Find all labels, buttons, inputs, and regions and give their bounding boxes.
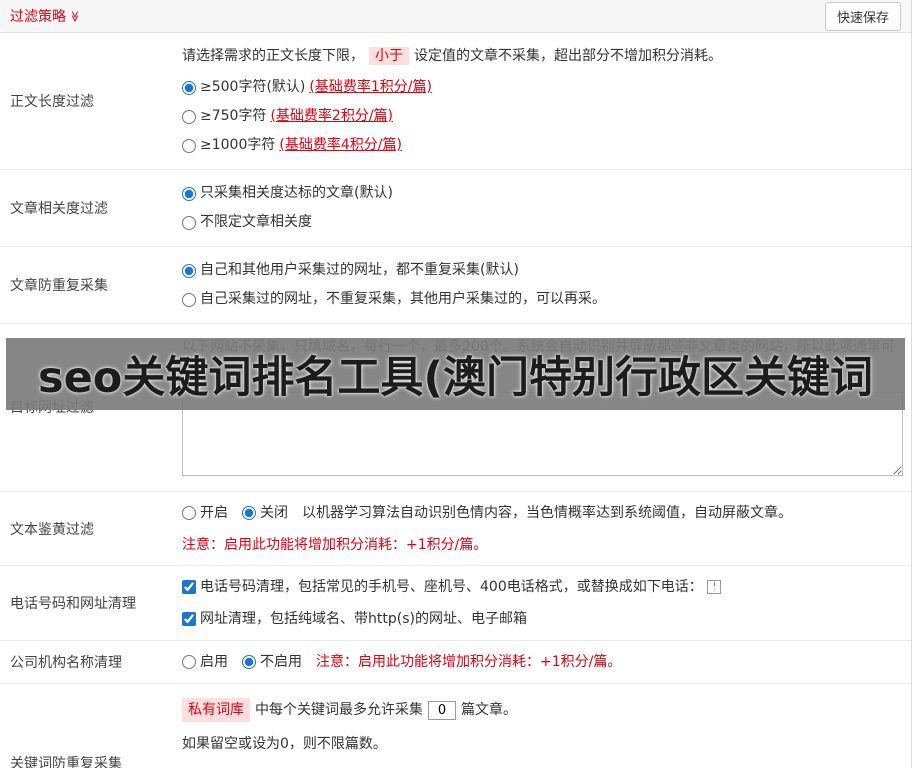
- porn-filter-cost-note: 注意：启用此功能将增加积分消耗：+1积分/篇。: [182, 537, 488, 553]
- radio-option-porn-off[interactable]: 关闭: [242, 501, 288, 525]
- radio-500chars[interactable]: [182, 80, 196, 95]
- blocked-domains-textarea[interactable]: [182, 392, 903, 476]
- row-content-company-cleanup: 启用 不启用 注意：启用此功能将增加积分消耗：+1积分/篇。: [178, 641, 911, 683]
- page-title[interactable]: 过滤策略 ≫: [10, 6, 81, 26]
- row-content-relevance: 只采集相关度达标的文章(默认) 不限定文章相关度: [178, 170, 911, 246]
- intro-pre: 请选择需求的正文长度下限，: [182, 48, 364, 64]
- row-company-name-cleanup: 公司机构名称清理 启用 不启用 注意：启用此功能将增加积分消耗：+1积分/篇。: [0, 641, 911, 684]
- row-body-length-filter: 正文长度过滤 请选择需求的正文长度下限， 小于 设定值的文章不采集，超出部分不增加积…: [0, 33, 911, 170]
- radio-option-dedupe-self[interactable]: 自己采集过的网址，不重复采集，其他用户采集过的，可以再采。: [182, 285, 903, 314]
- row-content-body-length: 请选择需求的正文长度下限， 小于 设定值的文章不采集，超出部分不增加积分消耗。 ≥5…: [178, 33, 911, 169]
- radio-label: 关闭: [260, 505, 288, 521]
- checkbox-option-phone-cleanup[interactable]: 电话号码清理，包括常见的手机号、座机号、400电话格式，或替换成如下电话：: [182, 575, 903, 599]
- row-label-keyword-dedupe: 关键词防重复采集: [10, 755, 122, 768]
- row-content-porn-filter: 开启 关闭 以机器学习算法自动识别色情内容，当色情概率达到系统阈值，自动屏蔽文章…: [178, 492, 911, 565]
- checkbox-label: 电话号码清理，包括常见的手机号、座机号、400电话格式，或替换成如下电话：: [200, 579, 703, 595]
- radio-company-on[interactable]: [182, 655, 196, 669]
- keyword-limit-line: 私有词库 中每个关键词最多允许采集 篇文章。: [182, 698, 903, 722]
- radio-label: 启用: [200, 654, 228, 670]
- chevron-down-icon: ≫: [68, 10, 82, 22]
- radio-porn-on[interactable]: [182, 506, 196, 520]
- row-dedupe-collection: 文章防重复采集 自己和其他用户采集过的网址，都不重复采集(默认) 自己采集过的网…: [0, 247, 911, 324]
- row-relevance-filter: 文章相关度过滤 只采集相关度达标的文章(默认) 不限定文章相关度: [0, 170, 911, 247]
- keyword-limit-text: 中每个关键词最多允许采集: [255, 702, 423, 718]
- body-length-intro: 请选择需求的正文长度下限， 小于 设定值的文章不采集，超出部分不增加积分消耗。: [182, 45, 903, 67]
- radio-option-company-off[interactable]: 不启用: [242, 650, 302, 674]
- radio-750chars[interactable]: [182, 109, 196, 124]
- row-label-body-length: 正文长度过滤: [10, 94, 94, 110]
- checkbox-phone-cleanup[interactable]: [182, 580, 196, 594]
- radio-porn-off[interactable]: [242, 506, 256, 520]
- page-title-text: 过滤策略: [10, 9, 66, 25]
- row-content-phone-cleanup: 电话号码清理，包括常见的手机号、座机号、400电话格式，或替换成如下电话： 网址…: [178, 566, 911, 640]
- row-target-url-filter: 目标网址过滤 以下网站不采集，只填域名，每行一个，最多200个。系统会自动识别并…: [0, 324, 911, 492]
- radio-company-off[interactable]: [242, 655, 256, 669]
- company-cleanup-options: 启用 不启用 注意：启用此功能将增加积分消耗：+1积分/篇。: [182, 650, 903, 674]
- radio-dedupe-all[interactable]: [182, 263, 196, 278]
- row-label-porn-filter: 文本鉴黄过滤: [10, 521, 94, 538]
- radio-option-porn-on[interactable]: 开启: [182, 501, 228, 525]
- intro-post: 设定值的文章不采集，超出部分不增加积分消耗。: [414, 48, 722, 64]
- radio-option-500chars[interactable]: ≥500字符(默认) (基础费率1积分/篇): [182, 73, 903, 102]
- intro-highlight-lessthan: 小于: [369, 47, 409, 65]
- radio-label: 只采集相关度达标的文章(默认): [200, 185, 393, 201]
- radio-option-750chars[interactable]: ≥750字符 (基础费率2积分/篇): [182, 102, 903, 131]
- radio-option-1000chars[interactable]: ≥1000字符 (基础费率4积分/篇): [182, 131, 903, 160]
- keyword-article-count-input[interactable]: [428, 700, 456, 720]
- radio-option-company-on[interactable]: 启用: [182, 650, 228, 674]
- rate-note-link-2[interactable]: (基础费率2积分/篇): [270, 102, 393, 131]
- replacement-phone-input[interactable]: [706, 580, 721, 594]
- porn-filter-options: 开启 关闭 以机器学习算法自动识别色情内容，当色情概率达到系统阈值，自动屏蔽文章…: [182, 501, 903, 525]
- row-content-target-url: 以下网站不采集，只填域名，每行一个，最多200个。系统会自动识别并屏蔽那些非文章…: [178, 324, 911, 489]
- radio-label: ≥500字符(默认): [200, 79, 306, 95]
- radio-relevance-strict[interactable]: [182, 186, 196, 201]
- row-content-dedupe: 自己和其他用户采集过的网址，都不重复采集(默认) 自己采集过的网址，不重复采集，…: [178, 247, 911, 323]
- radio-option-relevance-strict[interactable]: 只采集相关度达标的文章(默认): [182, 179, 903, 208]
- radio-label: 自己采集过的网址，不重复采集，其他用户采集过的，可以再采。: [200, 291, 606, 307]
- quick-save-button[interactable]: 快速保存: [824, 1, 901, 31]
- radio-dedupe-self[interactable]: [182, 292, 196, 307]
- radio-label: 不限定文章相关度: [200, 214, 312, 230]
- porn-filter-description: 以机器学习算法自动识别色情内容，当色情概率达到系统阈值，自动屏蔽文章。: [302, 505, 792, 521]
- radio-label: ≥750字符: [200, 108, 267, 124]
- radio-option-relevance-any[interactable]: 不限定文章相关度: [182, 208, 903, 237]
- radio-label: ≥1000字符: [200, 137, 276, 153]
- radio-label: 自己和其他用户采集过的网址，都不重复采集(默认): [200, 262, 519, 278]
- header-bar: 过滤策略 ≫ 快速保存: [0, 0, 911, 33]
- row-porn-filter: 文本鉴黄过滤 开启 关闭 以机器学习算法自动识别色情内容，当色情概率达到系统阈值…: [0, 492, 911, 566]
- checkbox-option-url-cleanup[interactable]: 网址清理，包括纯域名、带http(s)的网址、电子邮箱: [182, 607, 903, 631]
- keyword-limit-text-end: 篇文章。: [461, 702, 517, 718]
- radio-1000chars[interactable]: [182, 138, 196, 153]
- target-url-intro: 以下网站不采集，只填域名，每行一个，最多200个。系统会自动识别并屏蔽那些非文章…: [182, 339, 895, 377]
- keyword-note-unlimited: 如果留空或设为0，则不限篇数。: [182, 736, 387, 752]
- company-cleanup-cost-note: 注意：启用此功能将增加积分消耗：+1积分/篇。: [316, 654, 622, 670]
- checkbox-url-cleanup[interactable]: [182, 612, 196, 626]
- radio-option-dedupe-all[interactable]: 自己和其他用户采集过的网址，都不重复采集(默认): [182, 256, 903, 285]
- filter-strategy-page: 过滤策略 ≫ 快速保存 正文长度过滤 请选择需求的正文长度下限， 小于 设定值的文章…: [0, 0, 912, 768]
- radio-label: 开启: [200, 505, 228, 521]
- row-label-target-url: 目标网址过滤: [10, 399, 94, 416]
- row-keyword-dedupe: 关键词防重复采集 私有词库 中每个关键词最多允许采集 篇文章。 如果留空或设为0…: [0, 684, 911, 768]
- radio-relevance-any[interactable]: [182, 215, 196, 230]
- rate-note-link-3[interactable]: (基础费率4积分/篇): [279, 131, 402, 160]
- row-label-dedupe: 文章防重复采集: [10, 278, 108, 294]
- row-label-phone-cleanup: 电话号码和网址清理: [10, 596, 136, 612]
- rate-note-link-1[interactable]: (基础费率1积分/篇): [309, 73, 432, 102]
- checkbox-label: 网址清理，包括纯域名、带http(s)的网址、电子邮箱: [200, 611, 527, 627]
- row-label-relevance: 文章相关度过滤: [10, 201, 108, 217]
- radio-label: 不启用: [260, 654, 302, 670]
- row-content-keyword-dedupe: 私有词库 中每个关键词最多允许采集 篇文章。 如果留空或设为0，则不限篇数。 如…: [178, 684, 911, 768]
- row-phone-url-cleanup: 电话号码和网址清理 电话号码清理，包括常见的手机号、座机号、400电话格式，或替…: [0, 566, 911, 641]
- private-lexicon-highlight: 私有词库: [182, 698, 250, 722]
- row-label-company-cleanup: 公司机构名称清理: [10, 655, 122, 671]
